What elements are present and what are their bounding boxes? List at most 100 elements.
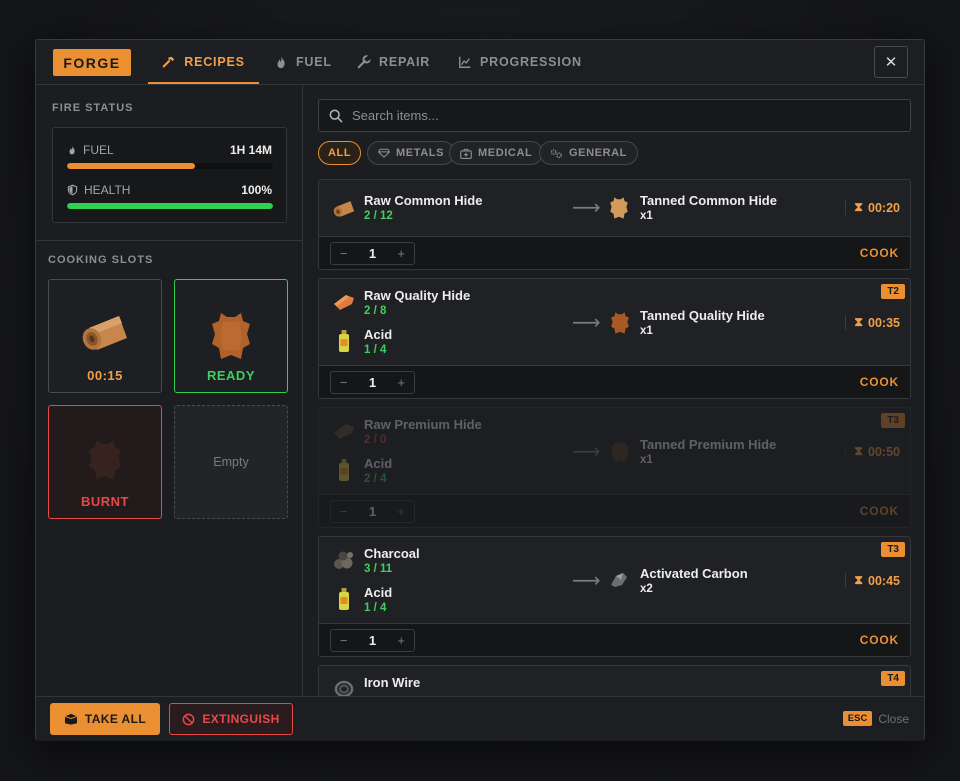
fire-status-title: FIRE STATUS	[52, 102, 134, 114]
forge-window: FORGE RECIPES FUEL REPAIR PROGRESSION ✕ …	[35, 39, 925, 741]
plus-button[interactable]: +	[397, 375, 405, 390]
quantity-value: 1	[368, 246, 377, 261]
input-name: Acid	[364, 327, 393, 342]
time-value: 00:35	[868, 315, 900, 330]
input-qty: 3 / 11	[364, 563, 393, 575]
esc-hint[interactable]: ESC Close	[842, 711, 909, 726]
recipe-card[interactable]: T4 Iron Wire	[318, 665, 911, 696]
tab-repair[interactable]: REPAIR	[357, 40, 430, 84]
cooking-slot-2[interactable]: READY	[174, 279, 288, 393]
chart-icon	[459, 56, 471, 68]
minus-button[interactable]: −	[340, 246, 348, 261]
take-all-button[interactable]: TAKE ALL	[50, 703, 160, 735]
activated-carbon-icon	[611, 573, 627, 587]
plus-button[interactable]: +	[397, 633, 405, 648]
output-qty: x1	[640, 325, 653, 337]
quantity-value: 1	[368, 375, 377, 390]
input-qty: 1 / 4	[364, 344, 387, 356]
plus-button: +	[397, 504, 405, 519]
health-value: 100%	[241, 183, 272, 197]
health-label: HEALTH	[67, 183, 130, 197]
fuel-value: 1H 14M	[229, 143, 272, 157]
craft-time: ⧗ 00:35	[845, 315, 900, 330]
recipe-card[interactable]: Raw Common Hide 2 / 12 ⟶ Tanned Common H…	[318, 179, 911, 270]
filter-general[interactable]: GENERAL	[539, 141, 638, 165]
arrow-icon: ⟶	[572, 312, 601, 334]
input-name: Raw Quality Hide	[364, 288, 471, 303]
minus-button[interactable]: −	[340, 375, 348, 390]
tab-progression[interactable]: PROGRESSION	[458, 40, 582, 84]
search-box[interactable]	[318, 99, 911, 132]
health-bar	[67, 203, 273, 209]
close-hint-label: Close	[878, 711, 909, 726]
hourglass-icon: ⧗	[854, 200, 864, 214]
cook-button[interactable]: COOK	[860, 375, 899, 389]
input-qty: 2 / 0	[364, 434, 387, 446]
input-name: Acid	[364, 456, 393, 471]
cooking-slot-4[interactable]: Empty	[174, 405, 288, 519]
hide-roll-icon	[82, 316, 127, 350]
input-name: Charcoal	[364, 546, 420, 561]
iron-wire-icon	[334, 680, 354, 696]
time-value: 00:45	[868, 573, 900, 588]
filter-label: ALL	[328, 147, 352, 159]
cook-button[interactable]: COOK	[860, 246, 899, 260]
tab-recipes[interactable]: RECIPES	[148, 40, 259, 84]
tab-label: FUEL	[296, 55, 332, 69]
hourglass-icon: ⧗	[854, 444, 864, 458]
recipe-card[interactable]: T3 Charcoal 3 / 11 Acid 1 / 4 ⟶ Activate…	[318, 536, 911, 657]
slot-status: READY	[206, 368, 255, 383]
filter-metals[interactable]: METALS	[367, 141, 456, 165]
input-qty: 2 / 12	[364, 210, 393, 222]
time-value: 00:50	[868, 444, 900, 459]
acid-bottle-icon	[339, 588, 349, 610]
forge-title-badge: FORGE	[53, 49, 131, 76]
output-name: Activated Carbon	[640, 566, 748, 581]
output-qty: x1	[640, 210, 653, 222]
cooking-slot-3[interactable]: BURNT	[48, 405, 162, 519]
search-icon	[329, 109, 343, 122]
tier-badge: T3	[881, 542, 905, 557]
recipe-body: T4 Iron Wire	[319, 666, 910, 696]
cooking-slots-title: COOKING SLOTS	[48, 254, 154, 266]
quantity-stepper[interactable]: − 1 +	[330, 242, 415, 265]
ban-icon	[182, 713, 195, 725]
acid-bottle-icon	[339, 459, 349, 481]
minus-button[interactable]: −	[340, 633, 348, 648]
filter-label: METALS	[396, 147, 445, 159]
close-button[interactable]: ✕	[874, 46, 908, 78]
plus-button[interactable]: +	[397, 246, 405, 261]
output-qty: x2	[640, 583, 653, 595]
input-name: Iron Wire	[364, 675, 421, 690]
tier-badge: T2	[881, 284, 905, 299]
recipe-card[interactable]: T2 Raw Quality Hide 2 / 8 Acid 1 / 4 ⟶ T…	[318, 278, 911, 399]
extinguish-button[interactable]: EXTINGUISH	[169, 703, 293, 735]
search-input[interactable]	[352, 108, 852, 123]
output-qty: x1	[640, 454, 653, 466]
quantity-stepper[interactable]: − 1 +	[330, 371, 415, 394]
filter-all[interactable]: ALL	[318, 141, 362, 165]
tab-label: PROGRESSION	[480, 55, 582, 69]
recipes-panel: ALL METALS MEDICAL GENERAL Raw Common Hi…	[304, 85, 924, 696]
craft-time: ⧗ 00:45	[845, 573, 900, 588]
fuel-label: FUEL	[67, 143, 114, 157]
cooking-slot-1[interactable]: 00:15	[48, 279, 162, 393]
gem-icon	[378, 148, 390, 158]
input-qty: 2 / 4	[364, 473, 387, 485]
tier-badge: T4	[881, 671, 905, 686]
tanned-hide-icon	[611, 312, 629, 334]
close-icon: ✕	[884, 54, 898, 71]
tanned-hide-icon	[212, 313, 250, 359]
tier-badge: T3	[881, 413, 905, 428]
filter-medical[interactable]: MEDICAL	[449, 141, 544, 165]
input-name: Raw Premium Hide	[364, 417, 482, 432]
cook-button[interactable]: COOK	[860, 633, 899, 647]
fuel-label-text: FUEL	[83, 143, 114, 157]
wrench-icon	[357, 55, 371, 69]
recipe-actions: − 1 + COOK	[319, 623, 910, 656]
input-qty: 2 / 8	[364, 305, 387, 317]
tab-fuel[interactable]: FUEL	[274, 40, 332, 84]
slot-status: BURNT	[81, 494, 129, 509]
craft-time: ⧗ 00:50	[845, 444, 900, 459]
quantity-stepper[interactable]: − 1 +	[330, 629, 415, 652]
